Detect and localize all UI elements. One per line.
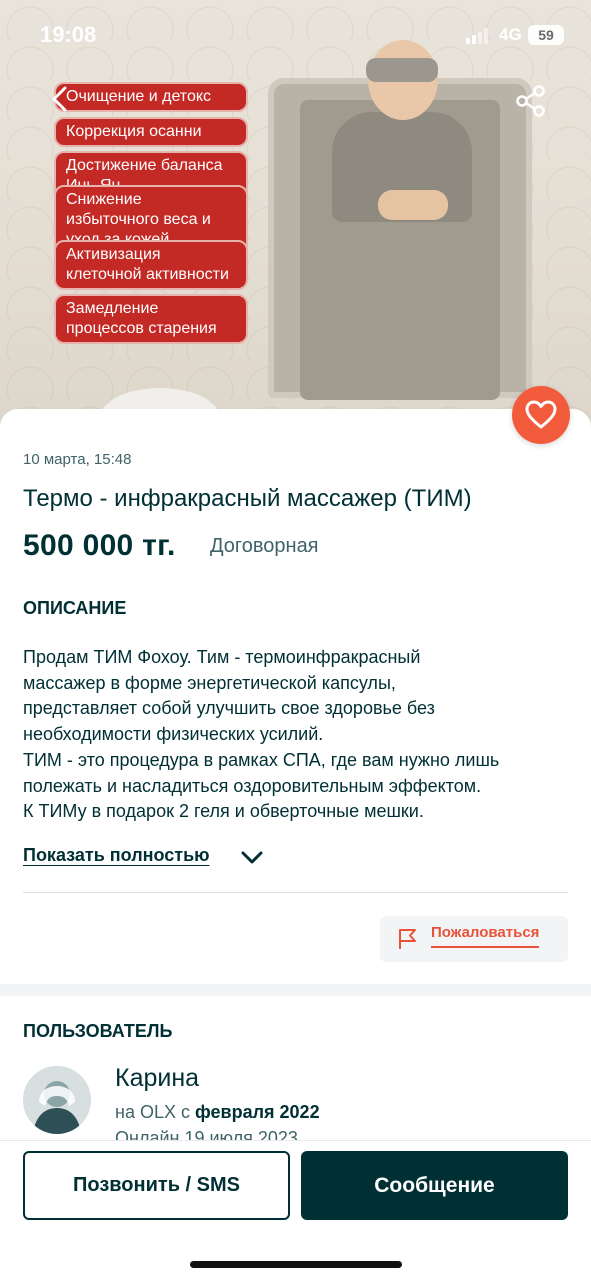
status-time: 19:08 — [40, 22, 97, 47]
network-type: 4G — [499, 25, 522, 44]
battery-indicator: 59 — [528, 25, 564, 45]
user-last-online: Онлайн 19 июля 2023 — [115, 1128, 298, 1140]
share-icon[interactable] — [514, 84, 548, 118]
description-text: Продам ТИМ Фохоу. Тим - термоинфракрасны… — [23, 647, 500, 822]
listing-title: Термо - инфракрасный массажер (ТИМ) — [23, 485, 472, 512]
photo-label-2: Коррекция осанни — [54, 117, 248, 147]
home-indicator[interactable] — [190, 1261, 402, 1268]
avatar[interactable] — [23, 1066, 91, 1134]
favorite-button[interactable] — [512, 386, 570, 444]
flag-icon — [399, 929, 416, 949]
message-label: Сообщение — [374, 1173, 495, 1197]
user-name[interactable]: Карина — [115, 1064, 199, 1093]
status-bar: 19:08 4G 59 — [0, 0, 591, 70]
heart-icon — [525, 400, 557, 429]
user-section-heading: ПОЛЬЗОВАТЕЛЬ — [23, 1021, 173, 1041]
photo-label-6: Замедление процессов старения — [54, 294, 248, 344]
divider — [23, 892, 568, 893]
listing-date: 10 марта, 15:48 — [23, 451, 132, 468]
user-member-since: на OLX с февраля 2022 — [115, 1102, 320, 1123]
price-negotiable-label: Договорная — [210, 535, 319, 557]
call-sms-button[interactable]: Позвонить / SMS — [23, 1151, 290, 1220]
message-button[interactable]: Сообщение — [301, 1151, 568, 1220]
member-since-date: февраля 2022 — [195, 1102, 320, 1122]
user-avatar-icon — [23, 1066, 91, 1134]
person-arms — [378, 190, 448, 220]
chevron-left-icon[interactable] — [46, 84, 76, 114]
chevron-down-icon[interactable] — [240, 848, 264, 868]
signal-icon — [466, 28, 488, 44]
call-sms-label: Позвонить / SMS — [73, 1174, 240, 1196]
listing-price: 500 000 тг. — [23, 529, 176, 562]
member-since-prefix: на OLX с — [115, 1102, 190, 1122]
show-more-link[interactable]: Показать полностью — [23, 845, 210, 866]
photo-label-1: Очищение и детокс — [54, 82, 248, 112]
report-label[interactable]: Пожаловаться — [431, 924, 540, 948]
description-heading: ОПИСАНИЕ — [23, 598, 127, 618]
photo-label-5: Активизация клеточной активности — [54, 240, 248, 290]
section-separator — [0, 984, 591, 996]
